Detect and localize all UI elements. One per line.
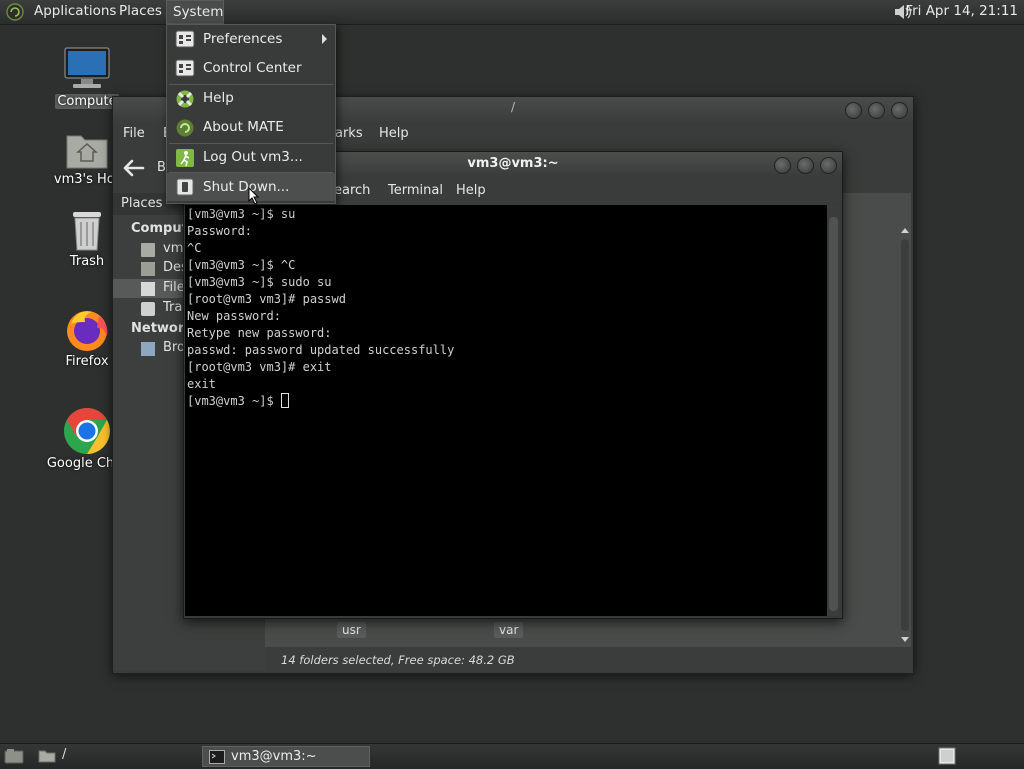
desktop-folder-icon	[141, 262, 155, 276]
terminal-scrollbar[interactable]	[827, 205, 841, 616]
close-button[interactable]	[820, 157, 837, 174]
menu-search[interactable]: earch	[334, 183, 370, 198]
submenu-arrow-icon	[322, 34, 327, 44]
menu-item-control-center[interactable]: Control Center	[167, 54, 335, 82]
folder-usr[interactable]: usr	[337, 622, 366, 638]
mate-logo-icon	[176, 119, 194, 137]
menu-item-help[interactable]: Help	[167, 84, 335, 112]
maximize-button[interactable]	[868, 102, 885, 119]
minimize-button[interactable]	[845, 102, 862, 119]
desktop-icon-label: Compute	[55, 94, 119, 109]
firefox-icon	[67, 311, 108, 351]
status-bar: 14 folders selected, Free space: 48.2 GB	[265, 649, 911, 671]
terminal-icon	[209, 750, 225, 764]
home-folder-icon	[66, 135, 108, 169]
file-view-scrollbar[interactable]	[899, 225, 911, 645]
trash-icon	[73, 212, 101, 251]
top-panel: Applications Places System Fri Apr 14, 2…	[0, 0, 1024, 25]
computer-icon	[64, 47, 110, 88]
mate-logo-icon[interactable]	[6, 3, 24, 21]
menu-item-log-out[interactable]: Log Out vm3...	[167, 143, 335, 171]
chrome-icon	[64, 408, 110, 454]
terminal-window[interactable]: vm3@vm3:~ earch Terminal Help [vm3@vm3 ~…	[183, 151, 843, 619]
file-manager-title: /	[511, 100, 516, 114]
close-button[interactable]	[891, 102, 908, 119]
maximize-button[interactable]	[797, 157, 814, 174]
workspace-switcher-icon[interactable]	[938, 747, 956, 765]
back-arrow-icon[interactable]	[121, 157, 147, 179]
preferences-icon	[175, 30, 195, 48]
applications-menu[interactable]: Applications	[28, 0, 122, 24]
back-button-label[interactable]: B	[157, 160, 166, 175]
mouse-cursor-icon	[248, 187, 260, 205]
folder-icon[interactable]	[38, 749, 56, 763]
scrollbar-thumb[interactable]	[829, 217, 838, 611]
bottom-panel-path[interactable]: /	[62, 747, 66, 762]
menu-item-preferences[interactable]: Preferences	[167, 25, 335, 53]
taskbar-item-terminal[interactable]: vm3@vm3:~	[202, 746, 370, 767]
menu-terminal[interactable]: Terminal	[388, 183, 443, 198]
menu-help[interactable]: Help	[379, 126, 409, 141]
show-desktop-icon[interactable]	[4, 748, 24, 764]
bottom-panel: / vm3@vm3:~	[0, 743, 1024, 769]
places-menu[interactable]: Places	[113, 0, 168, 24]
places-dropdown[interactable]: Places	[121, 196, 162, 211]
folder-var[interactable]: var	[494, 622, 524, 638]
menu-help[interactable]: Help	[456, 183, 486, 198]
clock[interactable]: Fri Apr 14, 21:11	[905, 0, 1018, 24]
desktop-icon-label: Firefox	[65, 354, 109, 369]
menu-file[interactable]: File	[123, 126, 145, 141]
trash-icon	[141, 302, 155, 316]
control-center-icon	[175, 59, 195, 77]
drive-icon	[141, 282, 155, 296]
minimize-button[interactable]	[774, 157, 791, 174]
shut-down-icon	[176, 178, 194, 196]
help-lifebuoy-icon	[176, 90, 194, 108]
terminal-output[interactable]: [vm3@vm3 ~]$ su Password: ^C [vm3@vm3 ~]…	[185, 205, 827, 616]
system-menu[interactable]: System	[166, 0, 224, 24]
menu-bookmarks[interactable]: arks	[335, 126, 363, 141]
home-icon	[141, 243, 155, 257]
log-out-icon	[176, 149, 194, 167]
network-icon	[141, 342, 155, 356]
desktop-icon-label: Trash	[69, 254, 105, 269]
status-text: 14 folders selected, Free space: 48.2 GB	[281, 653, 515, 667]
menu-item-about-mate[interactable]: About MATE	[167, 113, 335, 141]
system-dropdown-menu: Preferences Control Center Help About MA…	[166, 24, 336, 204]
text-cursor	[280, 393, 289, 408]
terminal-text: [vm3@vm3 ~]$ su Password: ^C [vm3@vm3 ~]…	[187, 207, 455, 408]
